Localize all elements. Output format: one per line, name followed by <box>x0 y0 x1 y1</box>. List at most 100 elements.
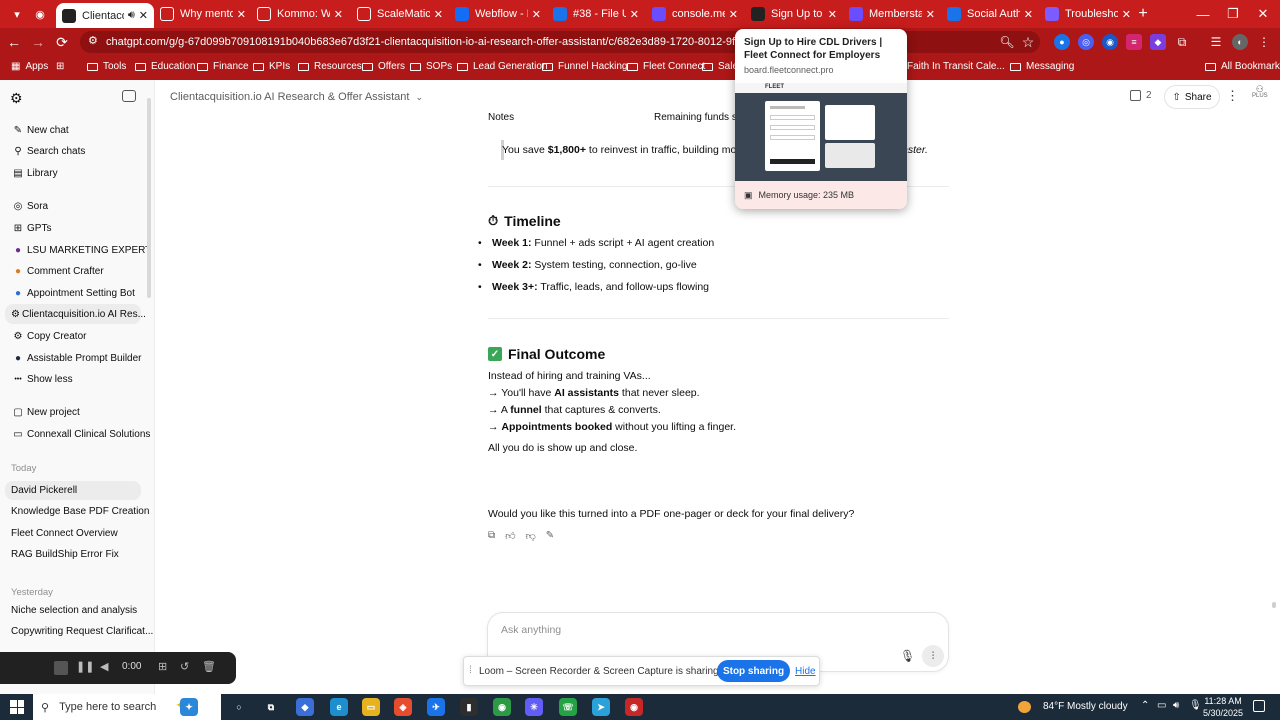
sidebar-item[interactable]: ● LSU MARKETING EXPERT <box>11 240 151 260</box>
sidebar-item[interactable]: ⚲ Search chats <box>11 141 85 161</box>
browser-tab[interactable]: Why mentors ✕ <box>154 2 252 26</box>
close-tab-icon[interactable]: ✕ <box>434 8 443 21</box>
extension-icon-4[interactable]: ≡ <box>1126 34 1142 50</box>
cortana-icon[interactable]: ○ <box>230 698 248 716</box>
browser-tab[interactable]: Troubleshoot ✕ <box>1039 2 1137 26</box>
sidebar-scrollbar[interactable] <box>147 98 151 298</box>
zoom-icon[interactable]: 🔍︎ <box>997 32 1017 52</box>
thumbs-down-icon[interactable]: 👎︎ <box>526 530 536 542</box>
reading-list-icon[interactable]: ☰ <box>1208 34 1224 50</box>
whatsapp-icon[interactable]: ☏ <box>559 698 577 716</box>
weather-text[interactable]: 84°F Mostly cloudy <box>1043 701 1128 712</box>
copilot-icon[interactable]: ✦ <box>180 698 198 716</box>
sidebar-item[interactable]: ⚙ Copy Creator <box>11 326 87 346</box>
close-sidebar-icon[interactable] <box>122 90 136 102</box>
bookmark-folder[interactable]: Education <box>135 61 195 72</box>
stop-record-icon[interactable] <box>54 661 68 675</box>
copy-icon[interactable]: ⧉ <box>488 530 495 542</box>
chat-history-item[interactable]: Knowledge Base PDF Creation <box>11 506 149 517</box>
extension-icon-3[interactable]: ◉ <box>1102 34 1118 50</box>
conversation-count[interactable]: 2 <box>1130 90 1152 101</box>
more-options-icon[interactable]: ⋮ <box>1226 88 1239 104</box>
browser-menu-icon[interactable]: ⋮ <box>1256 34 1272 50</box>
new-tab-button[interactable]: + <box>1132 4 1154 24</box>
terminal-icon[interactable]: ▮ <box>460 698 478 716</box>
drag-handle-icon[interactable]: ⁞ <box>469 665 472 676</box>
edit-icon[interactable]: ✎ <box>546 530 554 542</box>
edge-icon[interactable]: e <box>330 698 348 716</box>
close-tab-icon[interactable]: ✕ <box>532 8 541 21</box>
browser-tab[interactable]: ScaleMatic ✕ <box>351 2 449 26</box>
chrome-profile-icon[interactable]: ◉ <box>625 698 643 716</box>
notifications-icon[interactable] <box>1253 700 1265 712</box>
content-scrollbar[interactable] <box>1272 602 1276 608</box>
all-bookmarks[interactable]: All Bookmarks <box>1205 61 1280 72</box>
sidebar-item[interactable]: ⊞ GPTs <box>11 218 52 238</box>
copilot-app-icon[interactable]: ◆ <box>296 698 314 716</box>
trash-icon[interactable]: 🗑︎ <box>202 660 216 673</box>
sidebar-item[interactable]: ••• Show less <box>11 369 72 389</box>
sidebar-item[interactable]: ▢ New project <box>11 402 80 422</box>
gpt-title-dropdown[interactable]: Clientacquisition.io AI Research & Offer… <box>170 91 423 103</box>
close-tab-icon[interactable]: ✕ <box>237 8 246 21</box>
chrome-icon[interactable]: ◉ <box>493 698 511 716</box>
file-explorer-icon[interactable]: ▭ <box>362 698 380 716</box>
bookmark-star-icon[interactable]: ☆ <box>1018 32 1038 52</box>
brave-icon[interactable]: ◈ <box>394 698 412 716</box>
share-button[interactable]: ⇧ Share <box>1164 85 1220 109</box>
close-tab-icon[interactable]: ✕ <box>334 8 343 21</box>
tab-search-icon[interactable]: ▾ <box>6 4 28 24</box>
browser-tab[interactable]: #38 - File Up ✕ <box>547 2 645 26</box>
pause-icon[interactable]: ❚❚ <box>76 660 94 673</box>
browser-tab[interactable]: Social Authen ✕ <box>941 2 1039 26</box>
chat-history-item[interactable]: David Pickerell <box>5 481 141 500</box>
bookmark-folder[interactable]: Lead Generation <box>457 61 548 72</box>
bookmark-folder[interactable]: Finance <box>197 61 249 72</box>
network-icon[interactable]: ▭ <box>1157 700 1166 711</box>
extension-icon-2[interactable]: ◎ <box>1078 34 1094 50</box>
browser-tab[interactable]: Sign Up to Hi ✕ <box>745 2 843 26</box>
bookmark-folder[interactable]: SOPs <box>410 61 452 72</box>
chat-history-item[interactable]: RAG BuildShip Error Fix <box>11 549 119 560</box>
stop-sharing-button[interactable]: Stop sharing <box>717 660 790 682</box>
bookmark-folder[interactable]: Messaging <box>1010 61 1074 72</box>
browser-tab[interactable]: console.mem ✕ <box>646 2 744 26</box>
sidebar-item[interactable]: ✎ New chat <box>11 120 69 140</box>
bookmark-folder[interactable]: Offers <box>362 61 405 72</box>
extensions-puzzle-icon[interactable]: ⧉ <box>1174 34 1190 50</box>
task-view-icon[interactable]: ⧉ <box>262 698 280 716</box>
close-tab-icon[interactable]: ✕ <box>630 8 639 21</box>
bookmark-folder[interactable]: Resources <box>298 61 362 72</box>
apps-bookmark[interactable]: ▦ Apps <box>11 61 48 72</box>
loom-icon[interactable]: ✳ <box>525 698 543 716</box>
browser-tab[interactable]: Webflow - Fle ✕ <box>449 2 547 26</box>
profile-avatar[interactable]: ◐ <box>1232 34 1248 50</box>
chat-history-item[interactable]: Fleet Connect Overview <box>11 528 118 539</box>
bookmark-folder[interactable]: Fleet Connect <box>627 61 705 72</box>
browser-tab[interactable]: Kommo: W ✕ <box>251 2 349 26</box>
sidebar-item[interactable]: ● Assistable Prompt Builder <box>11 348 142 368</box>
close-tab-icon[interactable]: ✕ <box>729 8 738 21</box>
restart-icon[interactable]: ↺ <box>180 660 189 673</box>
browser-tab[interactable]: Clientacq 🔊︎ ✕ <box>56 3 154 28</box>
openai-logo-icon[interactable]: ⚙ <box>10 90 23 107</box>
clock[interactable]: 11:28 AM 5/30/2025 <box>1203 695 1243 719</box>
tray-chevron-icon[interactable]: ⌃ <box>1141 700 1149 711</box>
close-tab-icon[interactable]: ✕ <box>1024 8 1033 21</box>
close-tab-icon[interactable]: ✕ <box>1122 8 1131 21</box>
reload-button[interactable]: ⟳ <box>52 32 72 52</box>
microphone-icon[interactable]: 🎙︎ <box>900 649 915 663</box>
windows-start-icon[interactable] <box>10 700 24 714</box>
sidebar-item[interactable]: ● Comment Crafter <box>11 261 104 281</box>
sidebar-item[interactable]: ▭ Connexall Clinical Solutions <box>11 424 150 444</box>
bookmark-folder[interactable]: Tools <box>87 61 126 72</box>
sidebar-item[interactable]: ▤ Library <box>11 163 57 183</box>
extension-icon-1[interactable]: ● <box>1054 34 1070 50</box>
bookmark-grid-icon[interactable]: ⊞ <box>56 61 64 72</box>
close-tab-icon[interactable]: ✕ <box>139 9 148 22</box>
audio-icon[interactable]: ◀ <box>100 660 108 673</box>
back-button[interactable]: ← <box>4 32 24 52</box>
sidebar-item[interactable]: ⚙ Clientacquisition.io AI Res... <box>5 304 146 324</box>
close-tab-icon[interactable]: ✕ <box>828 8 837 21</box>
hide-button[interactable]: Hide <box>795 666 816 677</box>
